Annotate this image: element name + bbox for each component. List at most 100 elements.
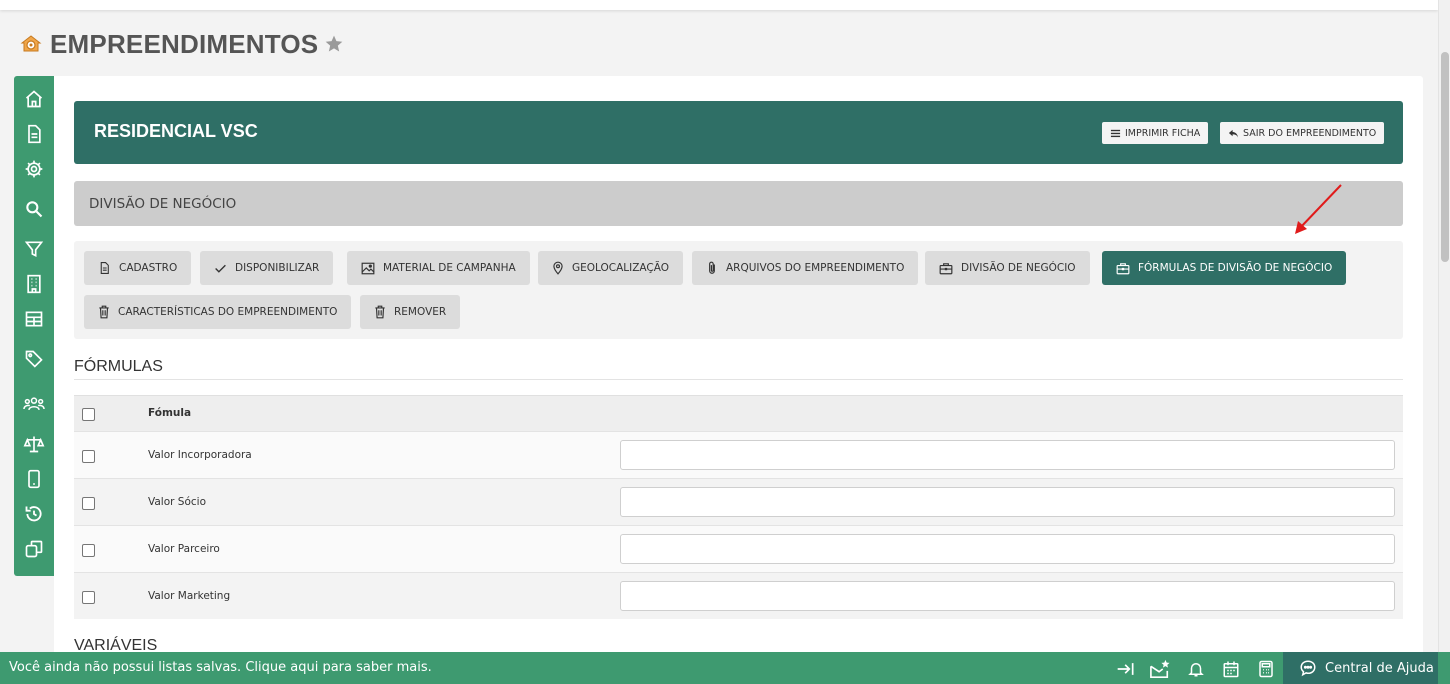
exit-project-label: SAIR DO EMPREENDIMENTO — [1243, 127, 1377, 139]
trash-icon — [98, 305, 110, 319]
tab-label: REMOVER — [394, 306, 447, 318]
formula-input[interactable] — [620, 534, 1395, 564]
tab-geolocalizacao[interactable]: GEOLOCALIZAÇÃO — [538, 251, 684, 285]
project-title-bar: RESIDENCIAL VSC IMPRIMIR FICHA SAIR DO E… — [74, 101, 1403, 164]
bell-icon[interactable] — [1185, 658, 1207, 680]
image-icon — [361, 262, 375, 275]
sidebar-item-search[interactable] — [22, 199, 46, 223]
footer-bar: Você ainda não possui listas salvas. Cli… — [0, 652, 1450, 684]
tab-caracteristicas[interactable]: CARACTERÍSTICAS DO EMPREENDIMENTO — [84, 295, 352, 329]
row-checkbox[interactable] — [82, 591, 95, 604]
tab-arquivos[interactable]: ARQUIVOS DO EMPREENDIMENTO — [692, 251, 919, 285]
tab-formulas-divisao[interactable]: FÓRMULAS DE DIVISÃO DE NEGÓCIO — [1102, 251, 1347, 285]
tab-label: MATERIAL DE CAMPANHA — [383, 262, 516, 274]
tab-label: CARACTERÍSTICAS DO EMPREENDIMENTO — [118, 306, 338, 318]
tab-label: FÓRMULAS DE DIVISÃO DE NEGÓCIO — [1138, 262, 1333, 274]
saved-lists-message[interactable]: Você ainda não possui listas salvas. Cli… — [9, 660, 432, 675]
main-panel: RESIDENCIAL VSC IMPRIMIR FICHA SAIR DO E… — [54, 76, 1423, 652]
page-title: EMPREENDIMENTOS — [50, 28, 319, 59]
page-header: EMPREENDIMENTOS — [18, 28, 344, 60]
section-header: DIVISÃO DE NEGÓCIO — [74, 181, 1403, 226]
formulas-title: FÓRMULAS — [74, 358, 163, 375]
building-icon — [24, 274, 44, 298]
calendar-icon[interactable] — [1220, 658, 1242, 680]
print-button-label: IMPRIMIR FICHA — [1125, 127, 1201, 139]
row-checkbox[interactable] — [82, 450, 95, 463]
scrollbar-thumb[interactable] — [1441, 52, 1449, 262]
sidebar-item-building[interactable] — [22, 274, 46, 298]
map-pin-icon — [552, 261, 564, 275]
tab-remover[interactable]: REMOVER — [360, 295, 461, 329]
document-icon — [24, 124, 44, 148]
check-icon — [214, 262, 227, 275]
formula-input[interactable] — [620, 581, 1395, 611]
formulas-table: Fómula Valor Incorporadora Valor Sócio V… — [74, 395, 1403, 619]
reply-icon — [1228, 128, 1239, 139]
table-icon — [24, 309, 44, 333]
tab-divisao-negocio[interactable]: DIVISÃO DE NEGÓCIO — [925, 251, 1090, 285]
row-label: Valor Marketing — [148, 590, 231, 602]
sidebar-item-settings[interactable] — [22, 159, 46, 183]
copy-icon — [24, 539, 44, 563]
mail-star-icon[interactable] — [1149, 658, 1171, 680]
select-all-checkbox[interactable] — [82, 408, 95, 421]
document-icon — [98, 261, 111, 275]
tab-label: CADASTRO — [119, 262, 178, 274]
arrow-to-right-icon[interactable] — [1115, 658, 1137, 680]
row-label: Valor Incorporadora — [148, 449, 252, 461]
tab-label: ARQUIVOS DO EMPREENDIMENTO — [726, 262, 905, 274]
sidebar-item-table[interactable] — [22, 309, 46, 333]
list-icon — [1110, 128, 1121, 139]
gear-icon — [24, 159, 44, 183]
search-icon — [24, 199, 44, 223]
calculator-icon[interactable] — [1255, 658, 1277, 680]
formula-input[interactable] — [620, 440, 1395, 470]
trash-icon — [374, 305, 386, 319]
tab-label: DISPONIBILIZAR — [235, 262, 320, 274]
formulas-divider — [74, 379, 1403, 380]
sidebar-item-copy[interactable] — [22, 539, 46, 563]
tab-material-campanha[interactable]: MATERIAL DE CAMPANHA — [347, 251, 530, 285]
sidebar-item-mobile[interactable] — [22, 469, 46, 493]
project-title: RESIDENCIAL VSC — [94, 121, 258, 141]
home-icon — [24, 89, 44, 113]
tag-icon — [24, 349, 44, 373]
table-row: Valor Marketing — [74, 572, 1403, 619]
page-scrollbar[interactable] — [1438, 0, 1450, 652]
table-row: Valor Sócio — [74, 478, 1403, 525]
exit-project-button[interactable]: SAIR DO EMPREENDIMENTO — [1220, 122, 1385, 144]
chat-icon — [1299, 659, 1317, 677]
table-row: Valor Parceiro — [74, 525, 1403, 572]
star-icon[interactable] — [324, 34, 344, 54]
row-label: Valor Parceiro — [148, 543, 220, 555]
mobile-icon — [24, 469, 44, 493]
sidebar-item-users[interactable] — [22, 394, 46, 418]
row-checkbox[interactable] — [82, 544, 95, 557]
table-header: Fómula — [74, 395, 1403, 431]
scale-icon — [23, 434, 45, 458]
filter-icon — [24, 239, 44, 263]
help-center-label: Central de Ajuda — [1325, 660, 1434, 676]
tab-label: DIVISÃO DE NEGÓCIO — [961, 262, 1076, 274]
tab-disponibilizar[interactable]: DISPONIBILIZAR — [200, 251, 334, 285]
help-center-button[interactable]: Central de Ajuda — [1283, 652, 1438, 684]
row-checkbox[interactable] — [82, 497, 95, 510]
sidebar-item-document[interactable] — [22, 124, 46, 148]
sidebar-item-history[interactable] — [22, 504, 46, 528]
row-label: Valor Sócio — [148, 496, 207, 508]
sidebar-item-home[interactable] — [22, 89, 46, 113]
users-icon — [23, 394, 45, 418]
tabs-container: CADASTRO DISPONIBILIZAR MATERIAL DE CAMP… — [74, 241, 1403, 339]
annotation-arrow-icon — [1295, 184, 1342, 234]
tab-cadastro[interactable]: CADASTRO — [84, 251, 192, 285]
briefcase-icon — [1116, 262, 1130, 275]
print-button[interactable]: IMPRIMIR FICHA — [1102, 122, 1209, 144]
sidebar-item-tags[interactable] — [22, 349, 46, 373]
sidebar-item-legal[interactable] — [22, 434, 46, 458]
top-bar — [0, 0, 1438, 10]
sidebar — [14, 76, 54, 576]
house-gear-icon — [18, 31, 44, 57]
sidebar-item-filter[interactable] — [22, 239, 46, 263]
formula-input[interactable] — [620, 487, 1395, 517]
formula-column-header: Fómula — [148, 407, 192, 419]
